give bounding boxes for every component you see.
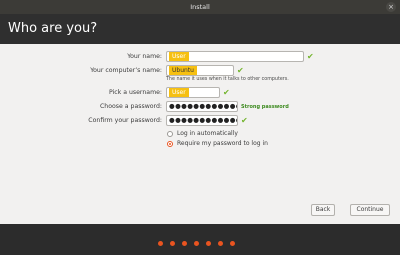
continue-button[interactable]: Continue	[350, 204, 390, 216]
computer-row: Your computer’s name: Ubuntu ✔	[0, 65, 400, 77]
progress-dot	[218, 241, 223, 246]
computer-name-field[interactable]: Ubuntu	[166, 65, 234, 76]
name-field[interactable]: User	[166, 51, 304, 62]
progress-dot	[194, 241, 199, 246]
radio-require-password[interactable]	[167, 140, 173, 147]
check-icon: ✔	[307, 52, 314, 61]
computer-value: Ubuntu	[169, 66, 197, 75]
check-icon: ✔	[223, 88, 230, 97]
page-title: Who are you?	[8, 21, 98, 36]
confirm-password-field[interactable]: ●●●●●●●●●●●●●●	[166, 115, 238, 126]
password-strength: Strong password	[241, 104, 289, 110]
username-field[interactable]: User	[166, 87, 220, 98]
login-auto-label: Log in automatically	[177, 130, 238, 137]
progress-dot	[158, 241, 163, 246]
progress-dot	[230, 241, 235, 246]
window-title: Install	[190, 3, 210, 11]
confirm-row: Confirm your password: ●●●●●●●●●●●●●● ✔	[0, 115, 400, 127]
require-password-label: Require my password to log in	[177, 140, 268, 147]
login-auto-option[interactable]: Log in automatically	[167, 129, 238, 138]
username-label: Pick a username:	[108, 89, 162, 96]
computer-label: Your computer’s name:	[90, 67, 162, 74]
close-icon[interactable]: ×	[386, 2, 396, 12]
confirm-label: Confirm your password:	[88, 117, 162, 124]
password-field[interactable]: ●●●●●●●●●●●●●●	[166, 101, 238, 112]
page-header: Who are you?	[0, 14, 400, 44]
footer	[0, 224, 400, 255]
progress-dot	[206, 241, 211, 246]
window-titlebar: Install ×	[0, 0, 400, 14]
progress-dot	[170, 241, 175, 246]
name-label: Your name:	[127, 53, 162, 60]
name-row: Your name: User ✔	[0, 51, 400, 63]
form-area: Your name: User ✔ Your computer’s name: …	[0, 44, 400, 224]
name-value: User	[169, 52, 189, 61]
password-label: Choose a password:	[99, 103, 162, 110]
password-row: Choose a password: ●●●●●●●●●●●●●● Strong…	[0, 101, 400, 113]
back-button[interactable]: Back	[311, 204, 335, 216]
computer-hint: The name it uses when it talks to other …	[166, 77, 289, 82]
check-icon: ✔	[241, 116, 248, 125]
username-row: Pick a username: User ✔	[0, 87, 400, 99]
password-value: ●●●●●●●●●●●●●●	[169, 102, 237, 110]
radio-login-auto[interactable]	[167, 130, 173, 137]
require-password-option[interactable]: Require my password to log in	[167, 139, 268, 148]
confirm-value: ●●●●●●●●●●●●●●	[169, 116, 237, 124]
progress-dots	[158, 241, 235, 246]
progress-dot	[182, 241, 187, 246]
check-icon: ✔	[237, 66, 244, 75]
username-value: User	[169, 88, 189, 97]
